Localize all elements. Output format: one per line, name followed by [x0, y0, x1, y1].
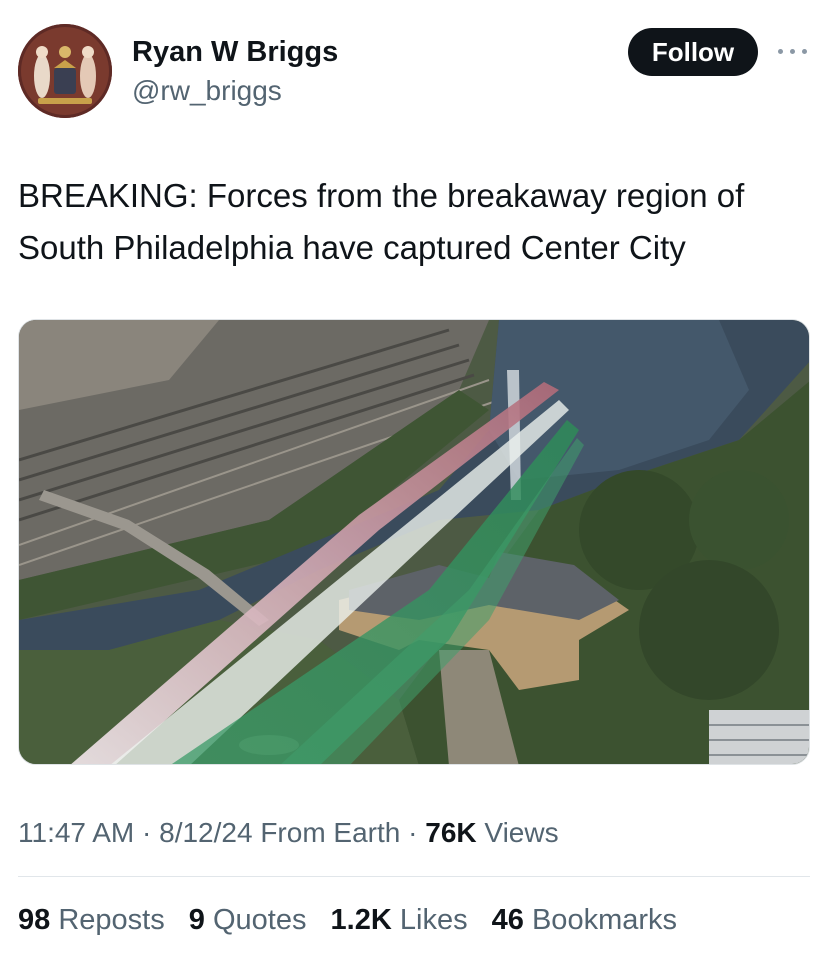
reposts-label: Reposts [58, 904, 165, 936]
aerial-photo-icon [19, 320, 809, 764]
reposts-stat[interactable]: 98 Reposts [18, 900, 165, 940]
display-name[interactable]: Ryan W Briggs [132, 34, 338, 70]
more-dots-icon[interactable] [776, 36, 810, 66]
tweet-header: Ryan W Briggs @rw_briggs Follow [18, 24, 810, 120]
views-count: 76K [425, 817, 477, 848]
tweet-date[interactable]: 8/12/24 [159, 817, 252, 848]
views-label: Views [484, 817, 559, 848]
engagement-stats: 98 Reposts 9 Quotes 1.2K Likes 46 Bookma… [18, 900, 693, 940]
likes-count: 1.2K [330, 904, 392, 936]
quotes-count: 9 [188, 904, 205, 936]
meta-separator: · [142, 817, 160, 848]
avatar[interactable] [18, 24, 112, 118]
tweet-photo[interactable] [18, 319, 810, 765]
bookmarks-count: 46 [491, 904, 524, 936]
reposts-count: 98 [18, 904, 51, 936]
philadelphia-seal-icon [18, 24, 112, 118]
handle[interactable]: @rw_briggs [132, 72, 338, 110]
tweet-text: BREAKING: Forces from the breakaway regi… [18, 177, 745, 266]
tweet-meta: 11:47 AM · 8/12/24 From Earth · 76K View… [18, 814, 559, 852]
meta-separator: · [408, 817, 426, 848]
quotes-stat[interactable]: 9 Quotes [189, 900, 307, 940]
tweet-time[interactable]: 11:47 AM [18, 817, 134, 848]
likes-label: Likes [399, 904, 468, 936]
divider [18, 876, 810, 877]
tweet-source: From Earth [260, 817, 401, 848]
author-names: Ryan W Briggs @rw_briggs [132, 34, 338, 110]
likes-stat[interactable]: 1.2K Likes [331, 900, 468, 940]
bookmarks-label: Bookmarks [531, 904, 678, 936]
quotes-label: Quotes [212, 904, 307, 936]
bookmarks-stat[interactable]: 46 Bookmarks [492, 900, 677, 940]
follow-button[interactable]: Follow [628, 28, 758, 76]
